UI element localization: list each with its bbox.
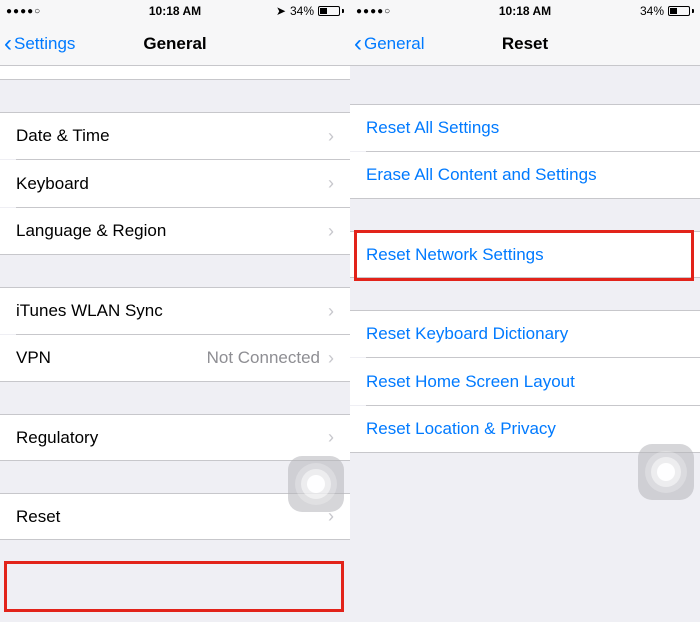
screen-reset: ●●●●○ 10:18 AM 34% ‹ General Reset Reset… (350, 0, 700, 622)
chevron-right-icon: › (328, 427, 334, 448)
chevron-left-icon: ‹ (4, 32, 12, 56)
chevron-right-icon: › (328, 301, 334, 322)
status-bar: ●●●●○ 10:18 AM ➤ 34% (0, 0, 350, 22)
row-vpn[interactable]: VPN Not Connected › (0, 335, 350, 382)
row-keyboard[interactable]: Keyboard › (0, 160, 350, 207)
nav-bar: ‹ Settings General (0, 22, 350, 66)
nav-title: Reset (502, 34, 548, 54)
back-label: Settings (14, 34, 75, 54)
back-button[interactable]: ‹ General (350, 32, 424, 56)
battery-percent: 34% (640, 4, 664, 18)
status-time: 10:18 AM (149, 4, 201, 18)
row-language-region[interactable]: Language & Region › (0, 208, 350, 255)
nav-bar: ‹ General Reset (350, 22, 700, 66)
nav-title: General (143, 34, 206, 54)
row-date-time[interactable]: Date & Time › (0, 112, 350, 159)
location-icon: ➤ (276, 4, 286, 18)
chevron-right-icon: › (328, 173, 334, 194)
status-time: 10:18 AM (499, 4, 551, 18)
row-itunes-wlan-sync[interactable]: iTunes WLAN Sync › (0, 287, 350, 334)
row-reset-network-settings[interactable]: Reset Network Settings (350, 231, 700, 278)
back-label: General (364, 34, 424, 54)
row-reset-keyboard-dictionary[interactable]: Reset Keyboard Dictionary (350, 310, 700, 357)
assistive-touch-button[interactable] (638, 444, 694, 500)
vpn-status: Not Connected (207, 348, 320, 368)
signal-dots: ●●●●○ (6, 6, 41, 17)
chevron-right-icon: › (328, 221, 334, 242)
battery-percent: 34% (290, 4, 314, 18)
assistive-touch-button[interactable] (288, 456, 344, 512)
chevron-right-icon: › (328, 348, 334, 369)
chevron-right-icon: › (328, 126, 334, 147)
row-regulatory[interactable]: Regulatory › (0, 414, 350, 461)
signal-dots: ●●●●○ (356, 6, 391, 17)
back-button[interactable]: ‹ Settings (0, 32, 75, 56)
status-bar: ●●●●○ 10:18 AM 34% (350, 0, 700, 22)
settings-list: Date & Time › Keyboard › Language & Regi… (0, 66, 350, 622)
battery-icon (318, 6, 344, 16)
row-reset-home-screen[interactable]: Reset Home Screen Layout (350, 358, 700, 405)
reset-list: Reset All Settings Erase All Content and… (350, 66, 700, 622)
battery-icon (668, 6, 694, 16)
highlight-reset (4, 561, 344, 612)
partial-prev-row (0, 66, 350, 80)
chevron-left-icon: ‹ (354, 32, 362, 56)
screen-general: ●●●●○ 10:18 AM ➤ 34% ‹ Settings General (0, 0, 350, 622)
row-reset-all-settings[interactable]: Reset All Settings (350, 104, 700, 151)
row-erase-all-content[interactable]: Erase All Content and Settings (350, 152, 700, 199)
